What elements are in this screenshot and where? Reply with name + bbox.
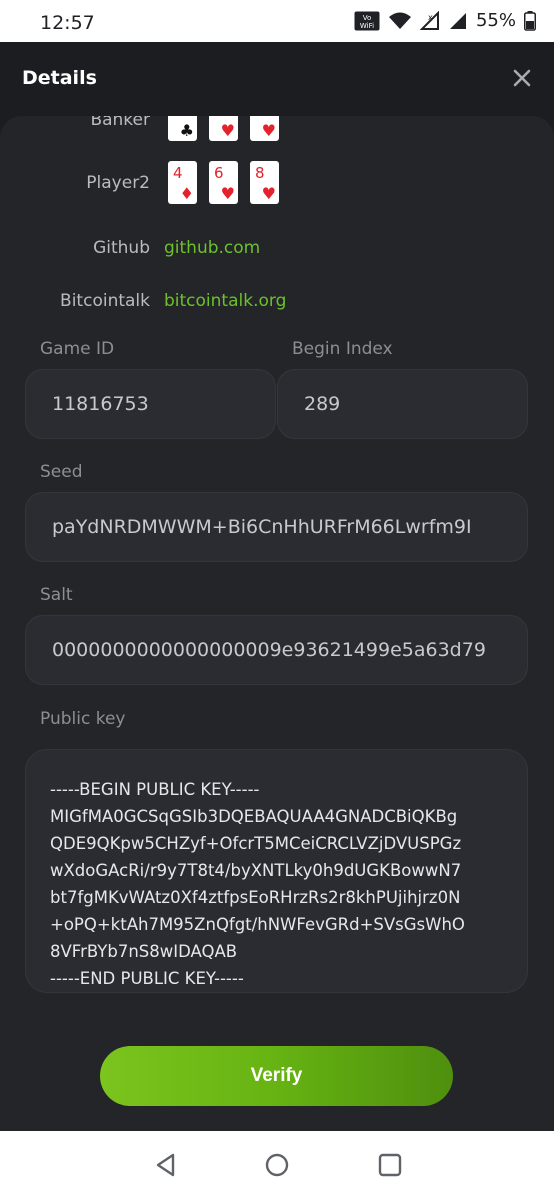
salt-field[interactable]: 0000000000000000009e93621499e5a63d79 <box>25 615 528 685</box>
card: 6 ♥ <box>209 161 238 204</box>
page-title: Details <box>22 67 97 89</box>
public-key-line: -----END PUBLIC KEY----- <box>50 969 244 988</box>
signal-icon: x <box>419 10 440 31</box>
home-icon[interactable] <box>263 1151 291 1179</box>
heart-icon: ♥ <box>261 184 276 203</box>
verify-button[interactable]: Verify <box>100 1046 453 1106</box>
bitcointalk-row: Bitcointalk bitcointalk.org <box>0 291 286 311</box>
status-time: 12:57 <box>40 12 95 34</box>
bitcointalk-link[interactable]: bitcointalk.org <box>164 291 286 311</box>
card: ♥ <box>209 116 238 141</box>
status-icons: Vo WiFi x 55% <box>354 10 536 31</box>
public-key-label: Public key <box>40 709 126 729</box>
public-key-line: QDE9QKpw5CHZyf+OfcrT5MCeiCRCLVZjDVUSPGz <box>50 834 462 853</box>
status-bar: 12:57 Vo WiFi x 55% <box>0 0 554 42</box>
public-key-line: wXdoGAcRi/r9y7T8t4/byXNTLky0h9dUGKBowwN7 <box>50 861 462 880</box>
salt-label: Salt <box>40 585 73 605</box>
bitcointalk-label: Bitcointalk <box>60 291 150 311</box>
svg-text:WiFi: WiFi <box>360 22 374 30</box>
wifi-icon <box>388 11 412 31</box>
begin-index-field[interactable]: 289 <box>277 369 528 439</box>
details-panel: Banker ♣ ♥ ♥ Player2 4 ♦ 6 ♥ 8 ♥ Github git… <box>0 116 554 1131</box>
public-key-line: -----BEGIN PUBLIC KEY----- <box>50 780 260 799</box>
recents-icon[interactable] <box>376 1151 404 1179</box>
details-header: Details <box>0 42 554 116</box>
card: 8 ♥ <box>250 161 279 204</box>
public-key-line: bt7fgMKvWAtz0Xf4ztfpsEoRHrzRs2r8khPUjihj… <box>50 888 461 907</box>
close-icon[interactable] <box>510 66 534 90</box>
player2-hand-row: Player2 4 ♦ 6 ♥ 8 ♥ <box>0 161 279 204</box>
seed-field[interactable]: paYdNRDMWWM+Bi6CnHhURFrM66Lwrfm9I <box>25 492 528 562</box>
github-label: Github <box>93 238 150 258</box>
github-link[interactable]: github.com <box>164 238 260 258</box>
seed-label: Seed <box>40 462 83 482</box>
banker-label: Banker <box>90 116 150 130</box>
public-key-line: MIGfMA0GCSqGSIb3DQEBAQUAA4GNADCBiQKBg <box>50 807 458 826</box>
game-id-label: Game ID <box>40 339 115 359</box>
public-key-field[interactable]: -----BEGIN PUBLIC KEY----- MIGfMA0GCSqGS… <box>25 749 528 993</box>
card: 4 ♦ <box>168 161 197 204</box>
public-key-line: 8VFrBYb7nS8wIDAQAB <box>50 942 238 961</box>
battery-icon <box>524 10 536 31</box>
svg-text:x: x <box>428 13 433 22</box>
game-id-field[interactable]: 11816753 <box>25 369 276 439</box>
public-key-line: +oPQ+ktAh7M95ZnQfgt/hNWFevGRd+SVsGsWhO <box>50 915 465 934</box>
card: ♥ <box>250 116 279 141</box>
club-icon: ♣ <box>179 121 194 140</box>
diamond-icon: ♦ <box>179 184 194 203</box>
svg-text:Vo: Vo <box>363 14 372 22</box>
signal-strength-icon <box>448 11 468 31</box>
card: ♣ <box>168 116 197 141</box>
player2-label: Player2 <box>86 172 150 193</box>
github-row: Github github.com <box>0 238 260 258</box>
banker-cards: ♣ ♥ ♥ <box>168 116 279 141</box>
vowifi-icon: Vo WiFi <box>354 11 380 31</box>
heart-icon: ♥ <box>220 121 235 140</box>
battery-percent: 55% <box>475 10 516 31</box>
banker-hand-row: Banker ♣ ♥ ♥ <box>0 116 279 141</box>
player2-cards: 4 ♦ 6 ♥ 8 ♥ <box>168 161 279 204</box>
heart-icon: ♥ <box>220 184 235 203</box>
begin-index-label: Begin Index <box>292 339 393 359</box>
heart-icon: ♥ <box>261 121 276 140</box>
back-icon[interactable] <box>152 1151 180 1179</box>
navigation-bar <box>0 1131 554 1200</box>
